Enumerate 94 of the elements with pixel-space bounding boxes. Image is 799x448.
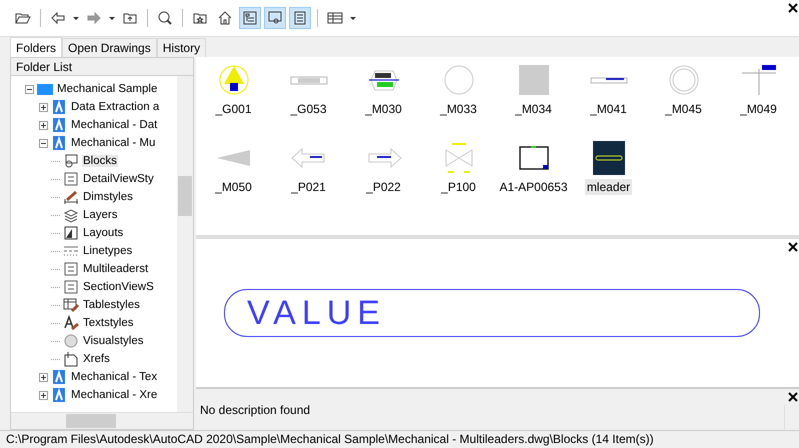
tree-button[interactable] bbox=[239, 7, 261, 29]
drawing-file-icon bbox=[51, 135, 67, 151]
table-view-icon bbox=[327, 10, 343, 26]
style-icon bbox=[63, 153, 79, 169]
tree-item[interactable]: Tablestyles bbox=[82, 299, 141, 311]
style-icon bbox=[63, 207, 79, 223]
block-item[interactable]: _M045 bbox=[646, 63, 721, 141]
block-item[interactable]: _P100 bbox=[421, 141, 496, 219]
style-icon bbox=[63, 351, 79, 367]
forward-arrow-icon bbox=[86, 10, 102, 26]
tree-item[interactable]: Layers bbox=[82, 209, 119, 221]
block-item[interactable]: mleader bbox=[571, 141, 646, 219]
style-icon bbox=[63, 171, 79, 187]
tab[interactable]: Open Drawings bbox=[62, 38, 157, 57]
tree-item[interactable]: Mechanical - Dat bbox=[70, 119, 158, 131]
block-item[interactable]: A1-AP00653 bbox=[496, 141, 571, 219]
tree-item[interactable]: Mechanical - Tex bbox=[70, 371, 158, 383]
style-icon bbox=[63, 261, 79, 277]
drawing-file-icon bbox=[51, 369, 67, 385]
tree-item[interactable]: Data Extraction a bbox=[70, 101, 160, 113]
block-name: _G001 bbox=[214, 101, 253, 117]
block-name: _M033 bbox=[439, 101, 478, 117]
block-item[interactable]: _G053 bbox=[271, 63, 346, 141]
drawing-file-icon bbox=[51, 99, 67, 115]
folder-icon bbox=[37, 81, 53, 97]
status-bar: C:\Program Files\Autodesk\AutoCAD 2020\Sample\Mechanical Sample\Mechanical - Multileaders.dwg\Blocks (14 Item(s)) bbox=[0, 430, 799, 448]
tree-item[interactable]: SectionViewS bbox=[82, 281, 155, 293]
block-name: _P022 bbox=[365, 179, 402, 195]
block-name: _P021 bbox=[290, 179, 327, 195]
search-icon bbox=[157, 10, 173, 26]
back-arrow-icon bbox=[50, 10, 66, 26]
tree-item[interactable]: Multileaderst bbox=[82, 263, 150, 275]
style-icon bbox=[63, 225, 79, 241]
tree-item[interactable]: Dimstyles bbox=[82, 191, 134, 203]
close-icon[interactable] bbox=[788, 242, 798, 252]
tree-item[interactable]: Layouts bbox=[82, 227, 124, 239]
block-name: _P100 bbox=[440, 179, 477, 195]
block-name: _M049 bbox=[739, 101, 778, 117]
block-item[interactable]: _M030 bbox=[346, 63, 421, 141]
block-name: _M050 bbox=[214, 179, 253, 195]
block-item[interactable]: _G001 bbox=[196, 63, 271, 141]
block-item[interactable]: _P021 bbox=[271, 141, 346, 219]
drawing-file-icon bbox=[51, 117, 67, 133]
style-icon bbox=[63, 333, 79, 349]
block-item[interactable]: _M033 bbox=[421, 63, 496, 141]
block-thumbnail-icon bbox=[290, 76, 328, 84]
block-item[interactable]: _M049 bbox=[721, 63, 796, 141]
block-item[interactable]: _M050 bbox=[196, 141, 271, 219]
tab[interactable]: History bbox=[156, 38, 206, 57]
preview-icon bbox=[267, 10, 283, 26]
block-name: _G053 bbox=[289, 101, 328, 117]
block-name: _M030 bbox=[364, 101, 403, 117]
tree-item[interactable]: Visualstyles bbox=[82, 335, 145, 347]
block-thumbnail-icon bbox=[590, 76, 628, 84]
block-item[interactable]: _M041 bbox=[571, 63, 646, 141]
tree-item[interactable]: Textstyles bbox=[82, 317, 134, 329]
expand-icon[interactable] bbox=[39, 120, 48, 130]
tree-item[interactable]: Linetypes bbox=[82, 245, 134, 257]
horizontal-scrollbar[interactable] bbox=[11, 412, 193, 429]
expand-icon[interactable] bbox=[39, 390, 48, 400]
style-icon bbox=[63, 297, 79, 313]
tab[interactable]: Folders bbox=[10, 37, 62, 57]
expand-icon[interactable] bbox=[39, 102, 48, 112]
tree-item[interactable]: Mechanical - Xre bbox=[70, 389, 158, 401]
value-label: VALUE bbox=[224, 289, 760, 337]
block-name: _M041 bbox=[589, 101, 628, 117]
document-icon bbox=[292, 10, 308, 26]
preview-button[interactable] bbox=[264, 7, 286, 29]
close-icon[interactable] bbox=[788, 3, 798, 13]
description-text: No description found bbox=[200, 402, 310, 416]
collapse-icon[interactable] bbox=[25, 84, 34, 94]
style-icon bbox=[63, 315, 79, 331]
style-icon bbox=[63, 189, 79, 205]
block-item[interactable]: _M034 bbox=[496, 63, 571, 141]
tree-item[interactable]: Mechanical - Mu bbox=[70, 137, 156, 149]
tree-view-icon bbox=[242, 10, 258, 26]
tree-item[interactable]: Xrefs bbox=[82, 353, 111, 365]
tree-item[interactable]: Blocks bbox=[82, 155, 118, 167]
collapse-icon[interactable] bbox=[39, 138, 48, 148]
block-name: _M034 bbox=[514, 101, 553, 117]
vertical-scrollbar[interactable] bbox=[177, 76, 193, 412]
block-item[interactable]: _P022 bbox=[346, 141, 421, 219]
style-icon bbox=[63, 279, 79, 295]
block-name: mleader bbox=[584, 179, 632, 195]
tree-item[interactable]: Mechanical Sample bbox=[56, 83, 158, 95]
home-icon bbox=[217, 10, 233, 26]
tree-item[interactable]: DetailViewSty bbox=[82, 173, 155, 185]
description-button[interactable] bbox=[289, 7, 311, 29]
close-icon[interactable] bbox=[788, 392, 798, 402]
block-name: _M045 bbox=[664, 101, 703, 117]
block-name: A1-AP00653 bbox=[498, 179, 569, 195]
drawing-file-icon bbox=[51, 387, 67, 403]
panel-title: Folder List bbox=[16, 60, 72, 74]
expand-icon[interactable] bbox=[39, 372, 48, 382]
